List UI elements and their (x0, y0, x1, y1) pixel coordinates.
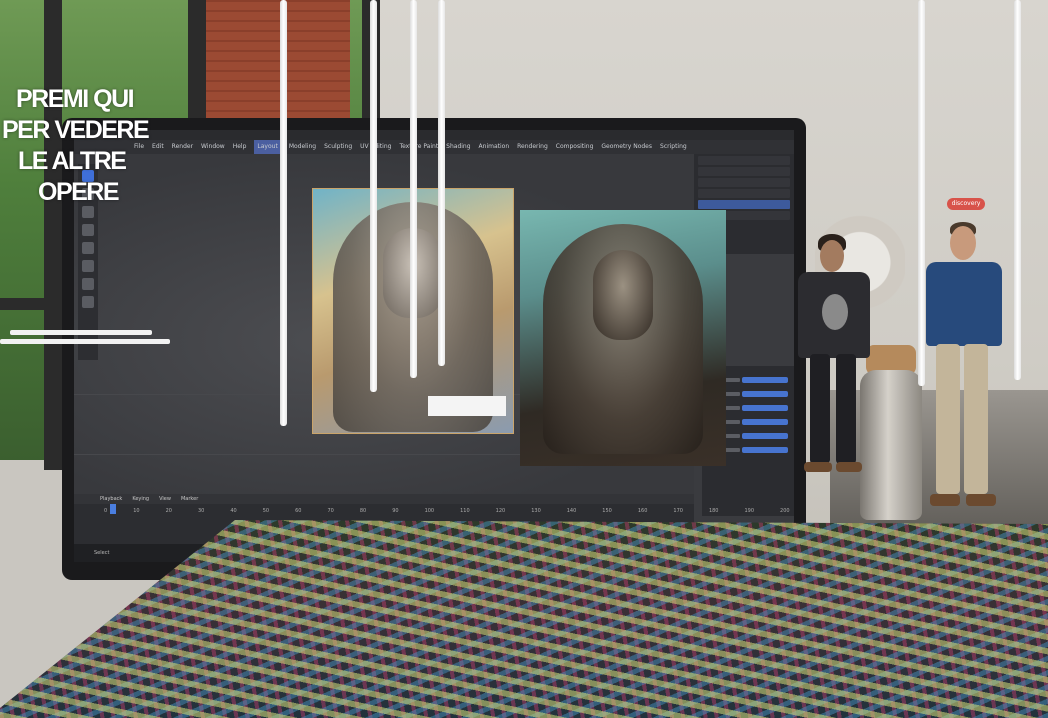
scale-tool-icon[interactable] (82, 242, 94, 254)
ar-menu-button[interactable]: PREMI QUI PER VEDERE LE ALTRE OPERE (0, 84, 172, 208)
timeline-tick: 120 (495, 508, 506, 514)
ar-menu-bar[interactable] (10, 330, 152, 335)
outliner-row[interactable] (698, 167, 790, 176)
property-field[interactable] (742, 405, 788, 411)
menu-item-shading[interactable]: Shading (446, 140, 470, 154)
timeline-tick: 80 (359, 508, 367, 514)
timeline-tick: 10 (133, 508, 140, 514)
property-field[interactable] (742, 433, 788, 439)
timeline-tick: 190 (744, 508, 755, 514)
menu-item-rendering[interactable]: Rendering (517, 140, 548, 154)
ar-menu-line: LE ALTRE (18, 147, 127, 175)
relief-face (593, 250, 653, 340)
ar-menu-line: OPERE (38, 178, 120, 206)
menu-item-animation[interactable]: Animation (479, 140, 510, 154)
property-field[interactable] (742, 447, 788, 453)
ar-menu-line: PER VEDERE (2, 116, 150, 144)
ar-menu-line: PREMI QUI (16, 85, 135, 113)
timeline-tick: 30 (197, 508, 205, 514)
timeline-tick: 130 (531, 508, 541, 514)
timeline-tick: 50 (262, 508, 270, 514)
timeline-tick: 60 (295, 508, 302, 514)
light-rod (1014, 0, 1021, 380)
brick-building (205, 0, 350, 130)
timeline-header: Playback Keying View Marker (74, 494, 694, 504)
menu-item-texture-paint[interactable]: Texture Paint (399, 140, 438, 154)
menu-item-help[interactable]: Help (233, 140, 247, 154)
timeline-menu-keying[interactable]: Keying (132, 494, 149, 504)
outliner-row[interactable] (698, 189, 790, 198)
timeline-tick: 70 (327, 508, 334, 514)
artwork-label-card (428, 396, 506, 416)
ar-menu-bar[interactable] (0, 339, 170, 344)
menu-item-sculpting[interactable]: Sculpting (324, 140, 352, 154)
timeline-menu-marker[interactable]: Marker (181, 494, 198, 504)
measure-tool-icon[interactable] (82, 296, 94, 308)
user-name-tag: discovery (947, 198, 985, 210)
timeline-menu-view[interactable]: View (159, 494, 171, 504)
menu-item-layout[interactable]: Layout (254, 140, 281, 154)
light-rod (438, 0, 445, 366)
transform-tool-icon[interactable] (82, 260, 94, 272)
timeline-tick: 40 (230, 508, 237, 514)
timeline-tick: 100 (424, 508, 435, 514)
title-bar (74, 130, 794, 140)
avatar-right[interactable] (918, 222, 1008, 522)
timeline-tick: 20 (165, 508, 172, 514)
timeline-tick: 110 (460, 508, 470, 514)
timeline-tick: 180 (708, 508, 719, 514)
status-text: Select (94, 550, 110, 556)
property-field[interactable] (742, 377, 788, 383)
timeline-menu-playback[interactable]: Playback (100, 494, 122, 504)
light-rod (280, 0, 287, 426)
menu-item-window[interactable]: Window (201, 140, 225, 154)
timeline-tick: 170 (673, 508, 683, 514)
timeline-tick: 140 (566, 508, 577, 514)
timeline-tick: 90 (392, 508, 399, 514)
menu-item-modeling[interactable]: Modeling (289, 140, 316, 154)
relief-panel-right[interactable] (520, 210, 726, 466)
menu-item-compositing[interactable]: Compositing (556, 140, 594, 154)
rotate-tool-icon[interactable] (82, 224, 94, 236)
outliner-row[interactable] (698, 156, 790, 165)
annotate-tool-icon[interactable] (82, 278, 94, 290)
menu-item-geometry-nodes[interactable]: Geometry Nodes (601, 140, 652, 154)
timeline-ticks: 0 10 20 30 40 50 60 70 80 90 100 110 120 130 140 150 160… (104, 508, 790, 514)
blender-menubar: File Edit Render Window Help Layout Modeling Sc… (74, 140, 794, 154)
menu-item-render[interactable]: Render (172, 140, 193, 154)
property-field[interactable] (742, 391, 788, 397)
timeline-tick: 160 (637, 508, 648, 514)
timeline-tick: 200 (780, 508, 790, 514)
property-field[interactable] (742, 419, 788, 425)
timeline-tick: 150 (602, 508, 612, 514)
avatar-left[interactable] (788, 234, 880, 484)
light-rod (410, 0, 417, 378)
menu-item-scripting[interactable]: Scripting (660, 140, 687, 154)
window-frame (44, 0, 62, 470)
timeline-tick: 0 (104, 508, 108, 514)
outliner-row-selected[interactable] (698, 200, 790, 209)
outliner-row[interactable] (698, 178, 790, 187)
light-rod (370, 0, 377, 392)
